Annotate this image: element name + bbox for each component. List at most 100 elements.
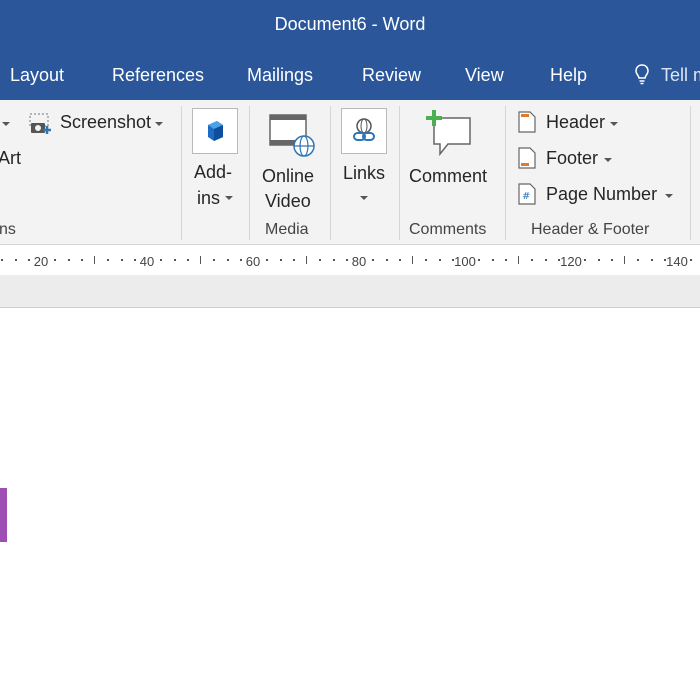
link-globe-icon bbox=[341, 108, 387, 154]
header-button[interactable]: Header bbox=[514, 110, 624, 136]
add-ins-icon bbox=[192, 108, 238, 154]
links-label: Links bbox=[343, 163, 386, 183]
tab-references[interactable]: References bbox=[112, 65, 204, 86]
ruler-tick bbox=[372, 259, 375, 261]
document-canvas[interactable] bbox=[0, 308, 700, 700]
tab-help[interactable]: Help bbox=[550, 65, 587, 86]
ribbon-tab-bar: Layout References Mailings Review View H… bbox=[0, 52, 700, 100]
chevron-down-icon bbox=[360, 196, 368, 200]
screenshot-button[interactable]: Screenshot bbox=[28, 110, 168, 136]
ruler-tick bbox=[610, 259, 613, 261]
online-video-button[interactable]: Online Video bbox=[256, 106, 326, 212]
ruler-tick bbox=[67, 259, 70, 261]
ruler-tick bbox=[292, 259, 295, 261]
group-divider bbox=[690, 106, 691, 240]
screenshot-label: Screenshot bbox=[60, 112, 152, 132]
links-button[interactable]: Links bbox=[337, 106, 393, 212]
window-title: Document6 - Word bbox=[274, 14, 426, 34]
ruler-label: 120 bbox=[560, 254, 582, 269]
ruler-tick bbox=[385, 259, 388, 261]
horizontal-ruler[interactable]: 20 40 60 80 100 120 140 bbox=[0, 245, 700, 275]
ruler-tick bbox=[624, 256, 625, 264]
ruler-tick bbox=[412, 256, 413, 264]
tell-me-search[interactable]: Tell m bbox=[634, 63, 700, 86]
ruler-tick bbox=[518, 256, 519, 264]
footer-icon bbox=[518, 147, 536, 169]
media-group-label: Media bbox=[265, 221, 309, 238]
ruler-tick bbox=[226, 259, 229, 261]
chevron-down-icon bbox=[610, 122, 618, 126]
ruler-tick bbox=[584, 259, 587, 261]
chevron-down-icon bbox=[665, 194, 673, 198]
ruler-label: 140 bbox=[666, 254, 688, 269]
tab-review[interactable]: Review bbox=[362, 65, 421, 86]
new-comment-button[interactable]: Comment bbox=[404, 106, 500, 196]
online-video-label-line1: Online bbox=[262, 166, 315, 186]
header-label: Header bbox=[546, 112, 606, 132]
ruler-tick bbox=[438, 259, 441, 261]
ruler-tick bbox=[478, 259, 481, 261]
ruler-tick bbox=[1, 259, 4, 261]
add-ins-button[interactable]: Add- ins bbox=[188, 106, 244, 212]
ruler-tick bbox=[637, 259, 640, 261]
film-globe-icon bbox=[269, 114, 315, 157]
header-footer-group-label: Header & Footer bbox=[531, 221, 650, 238]
chevron-down-icon bbox=[155, 122, 163, 126]
group-divider bbox=[249, 106, 250, 240]
ruler-label: 40 bbox=[139, 254, 155, 269]
ruler-tick bbox=[425, 259, 428, 261]
ruler-tick bbox=[186, 259, 189, 261]
add-ins-label-line2: ins bbox=[197, 188, 221, 208]
ruler-label: 60 bbox=[245, 254, 261, 269]
chevron-down-icon bbox=[225, 196, 233, 200]
footer-button[interactable]: Footer bbox=[514, 146, 624, 172]
ruler-tick bbox=[319, 259, 322, 261]
ruler-tick bbox=[398, 259, 401, 261]
ribbon-insert: Screenshot Art ns Add- ins Online Video bbox=[0, 100, 700, 245]
page-number-button[interactable]: # Page Number bbox=[514, 182, 679, 208]
ruler-tick bbox=[200, 256, 201, 264]
ruler-tick bbox=[491, 259, 494, 261]
footer-label: Footer bbox=[546, 148, 599, 168]
header-icon bbox=[518, 111, 536, 133]
tab-layout[interactable]: Layout bbox=[10, 65, 64, 86]
group-divider bbox=[330, 106, 331, 240]
ruler-tick bbox=[107, 259, 110, 261]
online-video-label-line2: Video bbox=[265, 191, 311, 211]
ruler-tick bbox=[650, 259, 653, 261]
ruler-tick bbox=[345, 259, 348, 261]
tab-mailings[interactable]: Mailings bbox=[247, 65, 313, 86]
ruler-tick bbox=[133, 259, 136, 261]
ruler-tick bbox=[239, 259, 242, 261]
add-ins-label-line1: Add- bbox=[194, 162, 233, 182]
screenshot-icon bbox=[29, 113, 51, 134]
ruler-tick bbox=[279, 259, 282, 261]
chevron-down-icon[interactable] bbox=[2, 122, 10, 126]
ruler-label: 80 bbox=[351, 254, 367, 269]
chevron-down-icon bbox=[604, 158, 612, 162]
title-bar: Document6 - Word bbox=[0, 0, 700, 52]
comment-label: Comment bbox=[409, 166, 488, 186]
group-divider bbox=[181, 106, 182, 240]
tab-view[interactable]: View bbox=[465, 65, 504, 86]
ruler-tick bbox=[54, 259, 57, 261]
smartart-label-fragment[interactable]: Art bbox=[0, 148, 21, 169]
comments-group-label: Comments bbox=[409, 221, 487, 238]
svg-text:#: # bbox=[522, 191, 530, 202]
ruler-tick bbox=[80, 259, 83, 261]
illustrations-group-label: ns bbox=[0, 221, 16, 238]
ruler-tick bbox=[544, 259, 547, 261]
ruler-tick bbox=[306, 256, 307, 264]
purple-shape bbox=[0, 488, 7, 542]
ruler-tick bbox=[27, 259, 30, 261]
lightbulb-icon bbox=[635, 64, 649, 85]
ruler-tick bbox=[690, 259, 693, 261]
comment-icon bbox=[426, 110, 471, 157]
ruler-tick bbox=[531, 259, 534, 261]
ruler-tick bbox=[597, 259, 600, 261]
ruler-tick bbox=[173, 259, 176, 261]
page-number-label: Page Number bbox=[546, 184, 658, 204]
ruler-tick bbox=[504, 259, 507, 261]
ruler-tick bbox=[160, 259, 163, 261]
group-divider bbox=[505, 106, 506, 240]
